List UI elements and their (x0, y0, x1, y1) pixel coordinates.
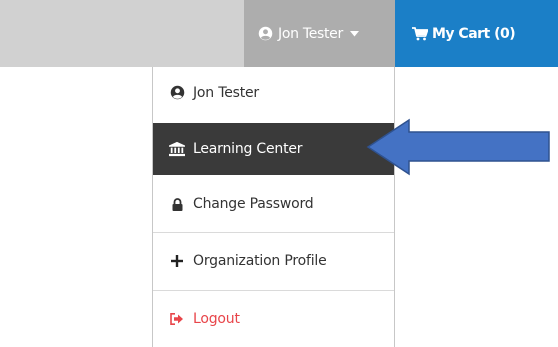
menu-item-label: Organization Profile (193, 253, 327, 269)
lock-icon (169, 197, 185, 211)
menu-item-profile[interactable]: Jon Tester (153, 67, 394, 118)
my-cart-button[interactable]: My Cart (0) (395, 0, 558, 67)
menu-item-learning-center[interactable]: Learning Center (153, 123, 394, 175)
menu-item-logout[interactable]: Logout (153, 291, 394, 347)
my-cart-label: My Cart (0) (432, 25, 516, 42)
caret-down-icon (349, 30, 359, 37)
menu-item-organization-profile[interactable]: Organization Profile (153, 233, 394, 289)
user-circle-icon (169, 85, 185, 100)
institution-icon (169, 141, 185, 157)
user-menu-label: Jon Tester (278, 25, 343, 42)
menu-item-label: Jon Tester (193, 84, 259, 101)
user-dropdown-menu: Jon Tester Learning Center Change Passwo… (152, 67, 395, 347)
menu-item-label: Change Password (193, 196, 314, 212)
sign-out-icon (169, 313, 185, 325)
pointer-arrow (366, 118, 550, 176)
shopping-cart-icon (412, 26, 428, 41)
plus-icon (169, 255, 185, 267)
user-menu-toggle[interactable]: Jon Tester (244, 0, 395, 67)
menu-item-label: Learning Center (193, 141, 303, 157)
menu-item-change-password[interactable]: Change Password (153, 177, 394, 231)
menu-item-label: Logout (193, 311, 240, 327)
user-circle-icon (258, 26, 273, 41)
